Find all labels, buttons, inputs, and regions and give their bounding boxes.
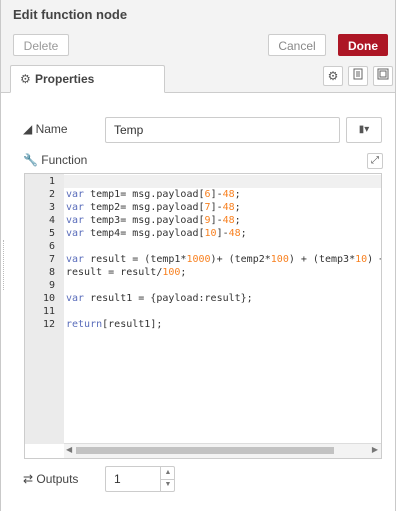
shuffle-icon: ⇄ xyxy=(23,472,34,486)
scroll-left-icon[interactable]: ◀ xyxy=(66,445,72,454)
cancel-button[interactable]: Cancel xyxy=(268,34,326,56)
scrollbar-thumb[interactable] xyxy=(76,447,334,454)
active-line-highlight xyxy=(64,175,381,188)
function-label-row: 🔧 Function xyxy=(23,153,87,167)
node-settings-gear-icon[interactable]: ⚙ xyxy=(323,66,343,86)
tab-bar: ⚙ Properties ⚙ xyxy=(1,62,395,93)
line-number: 2 xyxy=(48,189,55,200)
code-line[interactable]: var temp1= msg.payload[6]-48; xyxy=(66,188,241,201)
line-number: 6 xyxy=(48,241,55,252)
tag-icon: ◢ xyxy=(23,122,33,136)
code-editor[interactable]: 1 2 var temp1= msg.payload[6]-48; 3 var temp… xyxy=(24,173,382,459)
code-line[interactable]: result = result/100; xyxy=(66,266,186,279)
tray-toolbar: Delete Cancel Done xyxy=(1,28,395,63)
line-number: 7 xyxy=(48,254,55,265)
expand-editor-icon[interactable]: ⤢ xyxy=(367,153,383,169)
appearance-layout-icon[interactable] xyxy=(373,66,393,86)
code-line[interactable]: var temp4= msg.payload[10]-48; xyxy=(66,227,247,240)
name-label-row: ◢ Name xyxy=(23,122,68,136)
outputs-label-row: ⇄ Outputs xyxy=(23,472,78,486)
scroll-right-icon[interactable]: ▶ xyxy=(372,445,378,454)
code-line[interactable]: var temp3= msg.payload[9]-48; xyxy=(66,214,241,227)
tray-header: Edit function node xyxy=(1,0,395,29)
code-line[interactable]: return[result1]; xyxy=(66,318,162,331)
tray-title: Edit function node xyxy=(13,7,128,22)
document-icon xyxy=(353,68,363,80)
line-number: 11 xyxy=(42,306,55,317)
outputs-label: Outputs xyxy=(36,472,79,486)
code-line[interactable]: var result1 = {payload:result}; xyxy=(66,292,253,305)
code-line[interactable]: var result = (temp1*1000)+ (temp2*100) +… xyxy=(66,253,381,266)
line-number: 12 xyxy=(42,319,55,330)
tab-properties-label: Properties xyxy=(35,72,95,86)
name-label: Name xyxy=(35,122,68,136)
horizontal-scrollbar[interactable]: ◀ ▶ xyxy=(64,443,381,458)
description-document-icon[interactable] xyxy=(348,66,368,86)
line-number: 9 xyxy=(48,280,55,291)
icon-select-button[interactable]: ▮▾ xyxy=(346,117,382,143)
line-number: 4 xyxy=(48,215,55,226)
line-number: 8 xyxy=(48,267,55,278)
done-button[interactable]: Done xyxy=(338,34,388,56)
name-input[interactable]: Temp xyxy=(105,117,340,143)
line-number: 10 xyxy=(42,293,55,304)
edit-tray: Edit function node Delete Cancel Done ⚙ … xyxy=(0,0,396,511)
line-number: 3 xyxy=(48,202,55,213)
resize-handle[interactable] xyxy=(3,240,7,290)
wrench-icon: 🔧 xyxy=(23,153,38,167)
line-number: 5 xyxy=(48,228,55,239)
function-label: Function xyxy=(41,153,88,167)
decrement-arrow-icon[interactable]: ▼ xyxy=(160,479,175,491)
gear-icon: ⚙ xyxy=(20,72,31,86)
tab-properties[interactable]: ⚙ Properties xyxy=(10,65,165,93)
delete-button[interactable]: Delete xyxy=(13,34,69,56)
code-line[interactable]: var temp2= msg.payload[7]-48; xyxy=(66,201,241,214)
line-number: 1 xyxy=(48,176,55,187)
layout-icon xyxy=(377,68,389,80)
